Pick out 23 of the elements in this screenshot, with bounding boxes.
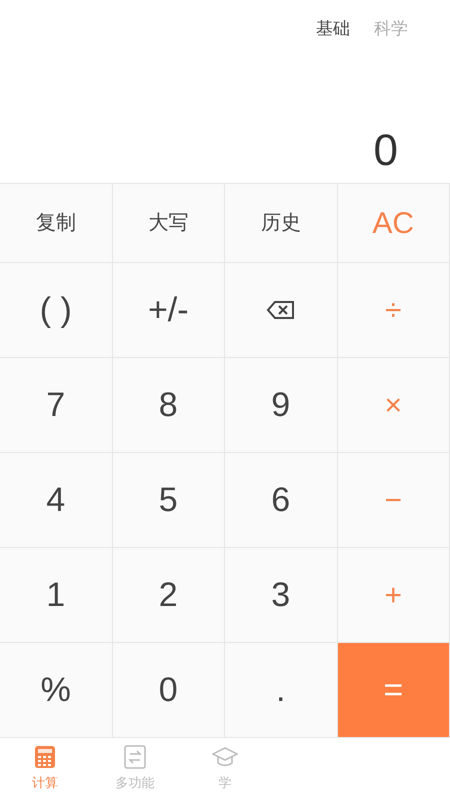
calculator-key[interactable]: +/-: [112, 263, 225, 358]
calculator-key[interactable]: 1: [0, 548, 112, 643]
calculator-key[interactable]: %: [0, 643, 112, 738]
calculator-key[interactable]: 8: [112, 358, 225, 453]
calculator-key[interactable]: 9: [225, 358, 338, 453]
calculator-key[interactable]: 大写: [112, 184, 225, 263]
calculator-key[interactable]: 0: [112, 643, 225, 738]
calculator-key[interactable]: 7: [0, 358, 112, 453]
backspace-icon: [266, 300, 296, 320]
mode-tab[interactable]: 基础: [316, 16, 350, 42]
calculator-key[interactable]: 5: [112, 453, 225, 548]
calculator-key[interactable]: 历史: [225, 184, 338, 263]
backspace-key[interactable]: [225, 263, 338, 358]
calculator-key[interactable]: ( ): [0, 263, 112, 358]
calculator-key[interactable]: 4: [0, 453, 112, 548]
display-value: 0: [374, 129, 398, 173]
calculator-key[interactable]: 复制: [0, 184, 112, 263]
calculator-key[interactable]: 2: [112, 548, 225, 643]
swap-icon: [124, 745, 146, 770]
calculator-icon: [34, 745, 56, 770]
calculator-key[interactable]: 3: [225, 548, 338, 643]
calculator-key[interactable]: 6: [225, 453, 338, 548]
calculator-key[interactable]: .: [225, 643, 338, 738]
